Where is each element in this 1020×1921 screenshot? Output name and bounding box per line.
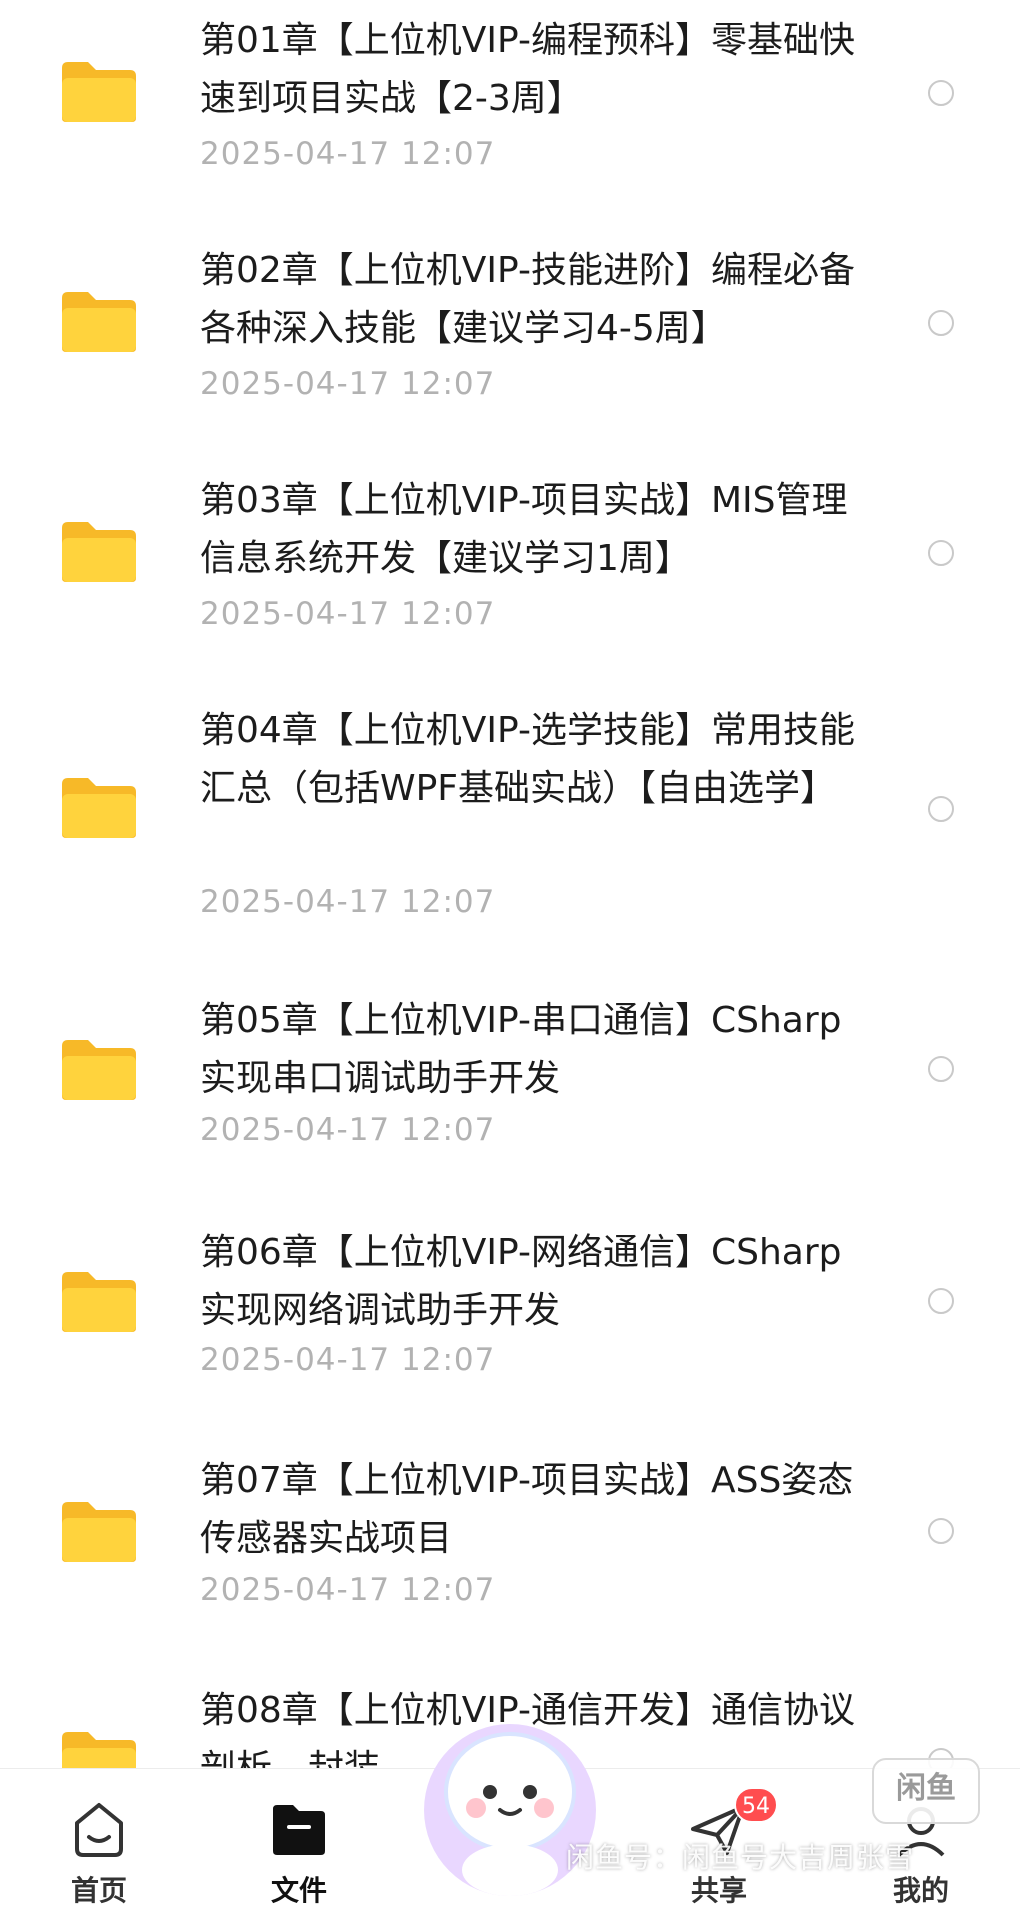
watermark-text: 闲鱼号：闲鱼号大吉周张雪 — [566, 1841, 915, 1874]
tab-label: 文件 — [270, 1874, 327, 1907]
file-date: 2025-04-17 12:07 — [200, 1342, 496, 1378]
file-date: 2025-04-17 12:07 — [200, 884, 496, 920]
file-date: 2025-04-17 12:07 — [200, 366, 496, 402]
share-badge: 54 — [734, 1787, 778, 1823]
home-face-icon — [75, 1803, 123, 1857]
list-item[interactable]: 第03章【上位机VIP-项目实战】MIS管理信息系统开发【建议学习1周】 202… — [0, 460, 1020, 690]
file-date: 2025-04-17 12:07 — [200, 1112, 496, 1148]
tab-home[interactable]: 首页 — [24, 1769, 174, 1921]
list-item[interactable]: 第01章【上位机VIP-编程预科】零基础快速到项目实战【2-3周】 2025-0… — [0, 0, 1020, 230]
file-date: 2025-04-17 12:07 — [200, 1572, 496, 1608]
list-item[interactable]: 第04章【上位机VIP-选学技能】常用技能汇总（包括WPF基础实战）【自由选学】… — [0, 690, 1020, 966]
folder-icon — [62, 292, 136, 352]
list-item[interactable]: 第07章【上位机VIP-项目实战】ASS姿态传感器实战项目 2025-04-17… — [0, 1426, 1020, 1656]
folder-icon — [62, 1732, 136, 1768]
file-title: 第07章【上位机VIP-项目实战】ASS姿态传感器实战项目 — [200, 1460, 854, 1559]
file-title: 第02章【上位机VIP-技能进阶】编程必备各种深入技能【建议学习4-5周】 — [200, 250, 855, 349]
folder-icon — [62, 62, 136, 122]
select-radio[interactable] — [928, 796, 954, 822]
select-radio[interactable] — [928, 1056, 954, 1082]
folder-filled-icon — [273, 1805, 325, 1855]
select-radio[interactable] — [928, 1288, 954, 1314]
file-list: 第01章【上位机VIP-编程预科】零基础快速到项目实战【2-3周】 2025-0… — [0, 0, 1020, 1768]
file-title: 第05章【上位机VIP-串口通信】CSharp实现串口调试助手开发 — [200, 1000, 842, 1099]
folder-icon — [62, 1272, 136, 1332]
folder-icon — [62, 1502, 136, 1562]
folder-icon — [62, 778, 136, 838]
file-date: 2025-04-17 12:07 — [200, 596, 496, 632]
watermark-logo: 闲鱼 — [872, 1758, 980, 1824]
select-radio[interactable] — [928, 310, 954, 336]
file-title: 第01章【上位机VIP-编程预科】零基础快速到项目实战【2-3周】 — [200, 20, 855, 119]
select-radio[interactable] — [928, 80, 954, 106]
file-title: 第06章【上位机VIP-网络通信】CSharp实现网络调试助手开发 — [200, 1232, 842, 1331]
file-title: 第04章【上位机VIP-选学技能】常用技能汇总（包括WPF基础实战）【自由选学】 — [200, 710, 855, 809]
tab-label: 首页 — [70, 1874, 127, 1907]
list-item[interactable]: 第06章【上位机VIP-网络通信】CSharp实现网络调试助手开发 2025-0… — [0, 1196, 1020, 1426]
list-item[interactable]: 第05章【上位机VIP-串口通信】CSharp实现串口调试助手开发 2025-0… — [0, 966, 1020, 1196]
folder-icon — [62, 522, 136, 582]
folder-icon — [62, 1040, 136, 1100]
tab-files[interactable]: 文件 — [224, 1769, 374, 1921]
list-item[interactable]: 第02章【上位机VIP-技能进阶】编程必备各种深入技能【建议学习4-5周】 20… — [0, 230, 1020, 460]
file-date: 2025-04-17 12:07 — [200, 136, 496, 172]
select-radio[interactable] — [928, 540, 954, 566]
file-title: 第03章【上位机VIP-项目实战】MIS管理信息系统开发【建议学习1周】 — [200, 480, 848, 579]
select-radio[interactable] — [928, 1518, 954, 1544]
